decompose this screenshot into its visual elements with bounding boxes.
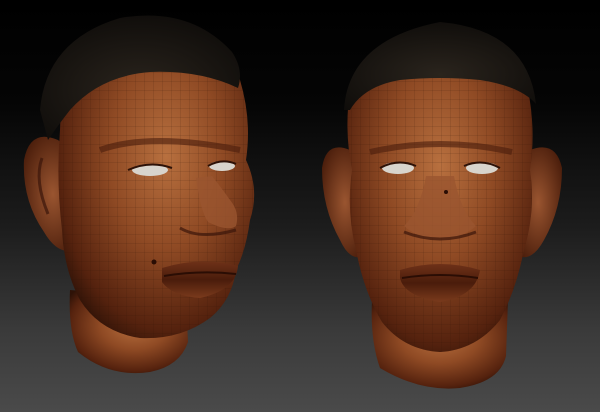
head-three-quarter-view bbox=[23, 15, 255, 374]
head-front-view bbox=[322, 22, 562, 389]
render-canvas bbox=[23, 15, 562, 389]
render-viewport bbox=[0, 0, 600, 412]
